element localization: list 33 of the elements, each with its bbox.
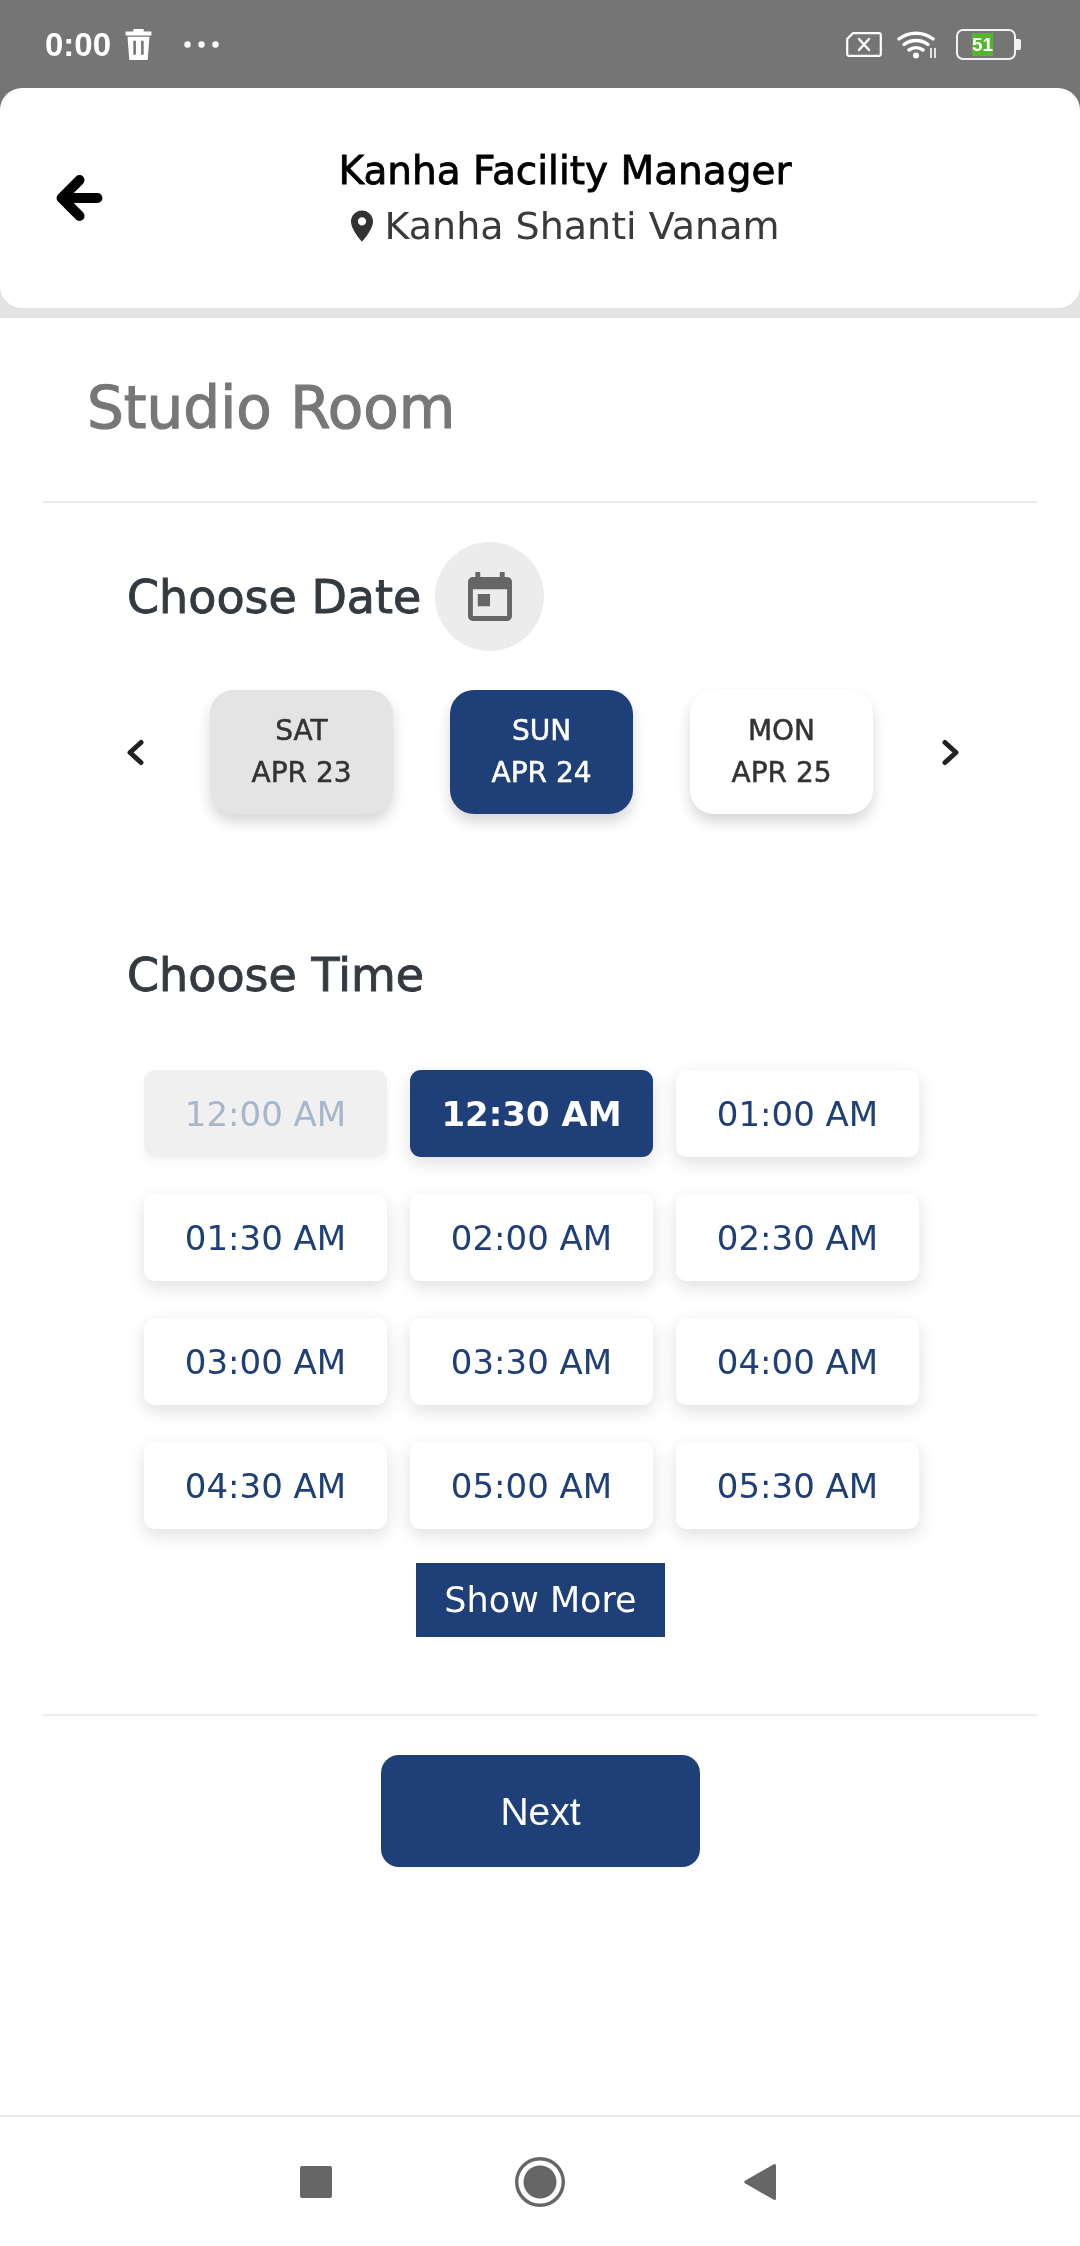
chevron-right-icon[interactable]: [941, 738, 962, 766]
date-card[interactable]: SUN APR 24: [450, 690, 633, 814]
square-icon[interactable]: [300, 2165, 332, 2198]
room-title: Studio Room: [87, 374, 456, 442]
circle-icon[interactable]: [515, 2156, 565, 2207]
chevron-left-icon[interactable]: [124, 738, 145, 766]
location-name: Kanha Shanti Vanam: [384, 203, 780, 249]
time-slot[interactable]: 02:30 AM: [676, 1194, 919, 1281]
section-heading: Choose Time: [127, 948, 425, 1002]
time-slot[interactable]: 01:00 AM: [676, 1070, 919, 1157]
back-arrow-icon[interactable]: [56, 174, 103, 222]
time-slot[interactable]: 01:30 AM: [144, 1194, 387, 1281]
time-slot[interactable]: 03:30 AM: [410, 1318, 653, 1405]
section-heading: Choose Date: [127, 569, 422, 624]
time-slot[interactable]: 05:30 AM: [676, 1442, 919, 1529]
time-slot[interactable]: 04:00 AM: [676, 1318, 919, 1405]
battery-indicator: 51: [956, 28, 1021, 60]
status-time: 0:00: [45, 27, 112, 61]
triangle-icon[interactable]: [744, 2163, 776, 2200]
app-title: Kanha Facility Manager: [338, 147, 792, 195]
time-slot[interactable]: 03:00 AM: [144, 1318, 387, 1405]
time-slot[interactable]: 05:00 AM: [410, 1442, 653, 1529]
trash-icon: [125, 28, 153, 60]
show-more-button[interactable]: Show More: [416, 1563, 665, 1637]
next-button[interactable]: Next: [381, 1755, 700, 1867]
location-pin-icon: [350, 210, 373, 242]
x-box-icon: [846, 31, 882, 57]
date-card[interactable]: MON APR 25: [690, 690, 873, 814]
time-slot[interactable]: 02:00 AM: [410, 1194, 653, 1281]
time-slot[interactable]: 12:30 AM: [410, 1070, 653, 1157]
time-slot[interactable]: 04:30 AM: [144, 1442, 387, 1529]
calendar-icon: [467, 572, 512, 621]
more-dots-icon: [184, 40, 220, 48]
